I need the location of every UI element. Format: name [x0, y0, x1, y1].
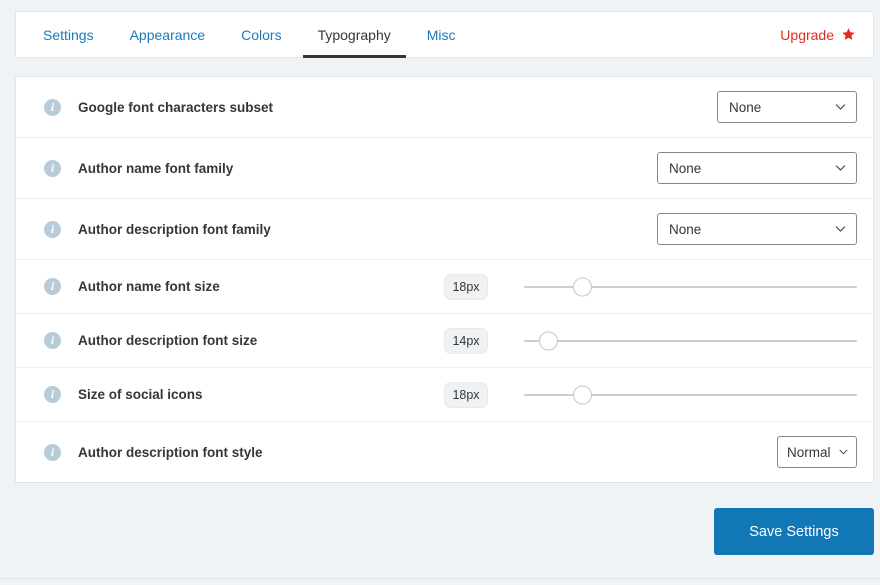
slider-value-badge: 14px [444, 328, 488, 354]
slider-value-badge: 18px [444, 382, 488, 408]
star-icon [841, 27, 856, 42]
select-value: Normal [787, 445, 831, 460]
info-icon[interactable]: i [44, 278, 61, 295]
tab-list: Settings Appearance Colors Typography Mi… [16, 12, 474, 57]
save-settings-button[interactable]: Save Settings [714, 508, 874, 555]
setting-row-author-description-font-style: i Author description font style Normal [16, 422, 873, 482]
setting-row-author-description-font-family: i Author description font family None [16, 199, 873, 260]
chevron-down-icon [838, 447, 849, 458]
settings-card: i Google font characters subset None i A… [15, 76, 874, 483]
setting-label: Google font characters subset [78, 100, 273, 115]
tab-colors[interactable]: Colors [223, 12, 299, 57]
slider-group: 14px [444, 328, 857, 354]
info-icon[interactable]: i [44, 99, 61, 116]
info-icon[interactable]: i [44, 332, 61, 349]
author-description-font-style-select[interactable]: Normal [777, 436, 857, 468]
tab-settings[interactable]: Settings [25, 12, 112, 57]
upgrade-label: Upgrade [780, 27, 834, 43]
author-description-font-family-select[interactable]: None [657, 213, 857, 245]
slider-thumb[interactable] [573, 385, 592, 404]
google-font-subset-select[interactable]: None [717, 91, 857, 123]
tab-appearance[interactable]: Appearance [112, 12, 224, 57]
setting-label: Author description font style [78, 445, 263, 460]
setting-label: Author description font size [78, 333, 257, 348]
chevron-down-icon [834, 223, 847, 236]
author-name-font-size-slider[interactable] [524, 276, 857, 298]
setting-row-author-name-font-family: i Author name font family None [16, 138, 873, 199]
slider-group: 18px [444, 274, 857, 300]
setting-row-size-of-social-icons: i Size of social icons 18px [16, 368, 873, 422]
slider-value-badge: 18px [444, 274, 488, 300]
slider-group: 18px [444, 382, 857, 408]
setting-label: Size of social icons [78, 387, 203, 402]
save-bar: Save Settings [15, 508, 874, 555]
setting-label: Author name font size [78, 279, 220, 294]
settings-page: Settings Appearance Colors Typography Mi… [0, 0, 880, 585]
slider-thumb[interactable] [539, 331, 558, 350]
author-description-font-size-slider[interactable] [524, 330, 857, 352]
author-name-font-family-select[interactable]: None [657, 152, 857, 184]
select-value: None [669, 222, 701, 237]
size-of-social-icons-slider[interactable] [524, 384, 857, 406]
slider-thumb[interactable] [573, 277, 592, 296]
info-icon[interactable]: i [44, 221, 61, 238]
tab-typography[interactable]: Typography [300, 12, 409, 57]
setting-row-author-name-font-size: i Author name font size 18px [16, 260, 873, 314]
info-icon[interactable]: i [44, 444, 61, 461]
slider-track [524, 340, 857, 342]
setting-row-google-font-subset: i Google font characters subset None [16, 77, 873, 138]
info-icon[interactable]: i [44, 386, 61, 403]
upgrade-link[interactable]: Upgrade [780, 12, 873, 57]
bottom-divider [0, 578, 880, 579]
chevron-down-icon [834, 162, 847, 175]
setting-row-author-description-font-size: i Author description font size 14px [16, 314, 873, 368]
select-value: None [729, 100, 761, 115]
info-icon[interactable]: i [44, 160, 61, 177]
tab-bar-spacer [474, 12, 781, 57]
tab-bar: Settings Appearance Colors Typography Mi… [15, 11, 874, 58]
tab-misc[interactable]: Misc [409, 12, 474, 57]
setting-label: Author description font family [78, 222, 271, 237]
select-value: None [669, 161, 701, 176]
chevron-down-icon [834, 101, 847, 114]
setting-label: Author name font family [78, 161, 233, 176]
